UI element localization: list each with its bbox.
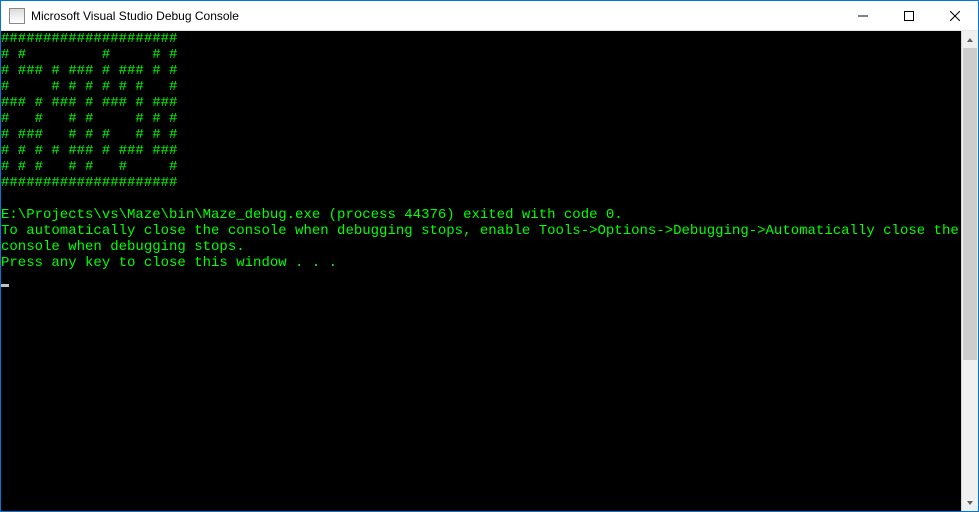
maze-row: # ### # ### # ### # # xyxy=(1,63,177,79)
maze-row: # # # # # xyxy=(1,47,177,63)
window-title: Microsoft Visual Studio Debug Console xyxy=(31,9,840,23)
scroll-up-arrow-icon[interactable] xyxy=(962,31,978,48)
scroll-down-arrow-icon[interactable] xyxy=(962,494,978,511)
maze-row: ##################### xyxy=(1,175,177,191)
cursor xyxy=(1,284,9,287)
maze-row: ### # ### # ### # ### xyxy=(1,95,177,111)
scrollbar-thumb[interactable] xyxy=(963,48,977,360)
maze-row: # # # # # # # xyxy=(1,111,177,127)
vertical-scrollbar[interactable] xyxy=(961,31,978,511)
press-key-message: Press any key to close this window . . . xyxy=(1,255,337,271)
maze-row: # ### # # # # # # xyxy=(1,127,177,143)
maximize-button[interactable] xyxy=(886,1,932,30)
titlebar: Microsoft Visual Studio Debug Console xyxy=(1,1,978,31)
maze-row: # # # # # # # xyxy=(1,159,177,175)
console-area: ##################### # # # # # # ### # … xyxy=(1,31,978,511)
hint-message: To automatically close the console when … xyxy=(1,223,961,255)
exit-message: E:\Projects\vs\Maze\bin\Maze_debug.exe (… xyxy=(1,207,623,223)
window-controls xyxy=(840,1,978,30)
console-output[interactable]: ##################### # # # # # # ### # … xyxy=(1,31,961,511)
maze-row: # # # # ### # ### ### xyxy=(1,143,177,159)
maze-row: # # # # # # # # xyxy=(1,79,177,95)
close-button[interactable] xyxy=(932,1,978,30)
app-icon xyxy=(9,8,25,24)
scrollbar-track[interactable] xyxy=(962,48,978,494)
minimize-button[interactable] xyxy=(840,1,886,30)
maze-row: ##################### xyxy=(1,31,177,47)
